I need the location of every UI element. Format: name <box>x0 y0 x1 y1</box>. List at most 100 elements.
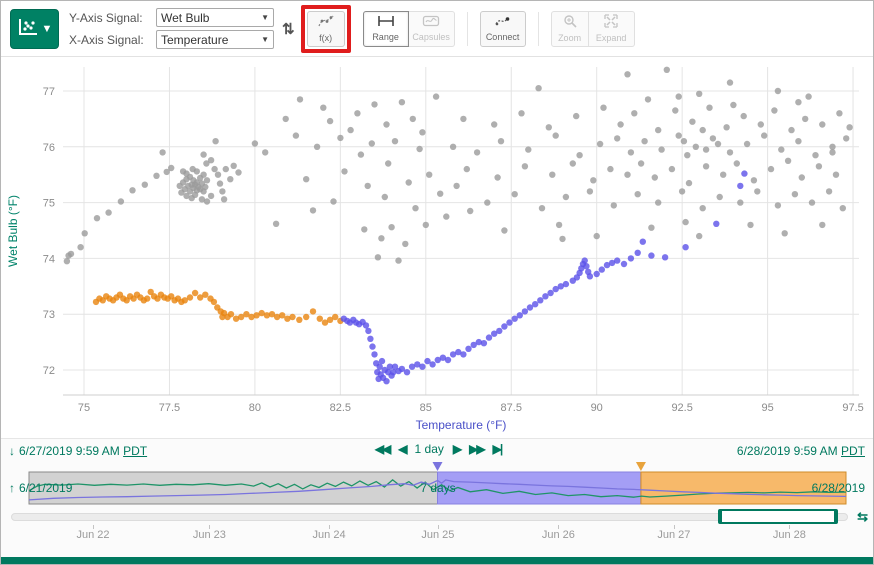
scatter-point-unselected-data <box>686 180 692 186</box>
scatter-point-unselected-data <box>669 166 675 172</box>
scatter-point-unselected-data <box>607 166 613 172</box>
display-range-start[interactable]: ↓6/27/2019 9:59 AM PDT <box>9 444 147 458</box>
x-tick-label: 85 <box>420 402 432 414</box>
step-fast-forward-button[interactable]: ▶▶ <box>469 442 483 456</box>
scatter-point-unselected-data <box>354 110 360 116</box>
scatter-point-blue-condition <box>445 357 451 363</box>
date-axis-label: Jun 24 <box>313 529 346 541</box>
scatter-point-unselected-data <box>734 160 740 166</box>
scatter-point-unselected-data <box>419 129 425 135</box>
x-tick-label: 75 <box>78 402 90 414</box>
scatter-point-unselected-data <box>723 124 729 130</box>
display-range-end[interactable]: 6/28/2019 9:59 AM PDT <box>737 444 865 458</box>
connect-button[interactable]: Connect <box>480 11 526 47</box>
capsules-icon <box>422 15 440 30</box>
scatter-point-blue-condition <box>379 358 385 364</box>
investigate-range-duration[interactable]: 7 days <box>420 481 455 495</box>
scrollbar-expand-icon[interactable]: ⇆ <box>857 509 868 525</box>
date-axis-label: Jun 26 <box>542 529 575 541</box>
step-to-end-button[interactable]: ▶| <box>493 442 502 456</box>
scatter-point-unselected-data <box>202 184 208 190</box>
timeline-scrollbar-selection[interactable] <box>718 509 838 524</box>
timezone-link[interactable]: PDT <box>841 444 865 458</box>
scatter-point-unselected-data <box>200 151 206 157</box>
x-tick-label: 80 <box>249 402 261 414</box>
scatter-point-unselected-data <box>617 121 623 127</box>
scatter-point-unselected-data <box>219 188 225 194</box>
x-axis-signal-select[interactable]: Temperature ▼ <box>156 30 274 49</box>
scatter-point-unselected-data <box>829 149 835 155</box>
scatter-point-unselected-data <box>805 93 811 99</box>
x-tick-label: 95 <box>761 402 773 414</box>
scatter-point-unselected-data <box>522 163 528 169</box>
fx-button[interactable]: f(x) <box>307 11 345 47</box>
scatter-point-unselected-data <box>829 144 835 150</box>
scatter-point-unselected-data <box>785 158 791 164</box>
scatter-point-blue-condition <box>713 221 719 227</box>
scatter-point-unselected-data <box>412 205 418 211</box>
scatter-point-unselected-data <box>392 138 398 144</box>
scatter-point-unselected-data <box>406 179 412 185</box>
capsules-button[interactable]: Capsules <box>409 11 455 47</box>
scatter-point-unselected-data <box>559 236 565 242</box>
scatter-point-blue-condition <box>582 257 588 263</box>
scatter-point-unselected-data <box>809 199 815 205</box>
scatter-point-unselected-data <box>775 202 781 208</box>
scatter-point-unselected-data <box>347 127 353 133</box>
scatter-plot-view-button[interactable]: ▼ <box>10 9 59 49</box>
scatter-point-unselected-data <box>388 224 394 230</box>
step-size-label[interactable]: 1 day <box>415 442 444 456</box>
scatter-point-orange-condition <box>187 294 193 300</box>
scatter-chart-area[interactable]: 7577.58082.58587.59092.59597.57273747576… <box>1 57 874 438</box>
scatter-point-unselected-data <box>710 135 716 141</box>
up-arrow-icon: ↑ <box>9 481 15 495</box>
step-backward-button[interactable]: ◀ <box>398 442 405 456</box>
scatter-point-unselected-data <box>556 222 562 228</box>
scatter-point-blue-condition <box>501 323 507 329</box>
chevron-down-icon: ▼ <box>42 23 53 35</box>
scatter-point-unselected-data <box>450 144 456 150</box>
expand-button[interactable]: Expand <box>589 11 635 47</box>
y-axis-signal-select[interactable]: Wet Bulb ▼ <box>156 8 274 27</box>
scatter-point-unselected-data <box>375 254 381 260</box>
scatter-point-unselected-data <box>754 188 760 194</box>
scatter-point-unselected-data <box>200 172 206 178</box>
scatter-point-unselected-data <box>635 191 641 197</box>
swap-axes-button[interactable]: ⇅ <box>280 18 297 40</box>
investigate-range-start[interactable]: ↑6/21/2019 <box>9 481 72 495</box>
timeline-date-axis: Jun 22Jun 23Jun 24Jun 25Jun 26Jun 27Jun … <box>1 525 874 543</box>
connect-icon <box>494 15 512 30</box>
range-button[interactable]: Range <box>363 11 409 47</box>
scatter-point-unselected-data <box>836 110 842 116</box>
scatter-point-unselected-data <box>231 163 237 169</box>
scatter-point-unselected-data <box>758 121 764 127</box>
scatter-chart[interactable]: 7577.58082.58587.59092.59597.57273747576… <box>1 57 874 438</box>
date-axis-label: Jun 22 <box>77 529 110 541</box>
range-button-label: Range <box>372 32 399 42</box>
scatter-point-unselected-data <box>747 222 753 228</box>
step-fast-backward-button[interactable]: ◀◀ <box>375 442 389 456</box>
bottom-accent-bar <box>1 557 873 564</box>
scatter-point-unselected-data <box>94 215 100 221</box>
scatter-point-unselected-data <box>320 105 326 111</box>
scatter-point-unselected-data <box>443 213 449 219</box>
scatter-point-unselected-data <box>494 174 500 180</box>
fx-highlight-box: f(x) <box>301 5 351 53</box>
scatter-point-unselected-data <box>423 222 429 228</box>
zoom-button[interactable]: Zoom <box>551 11 589 47</box>
scatter-point-unselected-data <box>190 166 196 172</box>
timezone-link[interactable]: PDT <box>123 444 147 458</box>
expand-icon <box>604 14 618 31</box>
date-axis-label: Jun 23 <box>193 529 226 541</box>
scatter-point-unselected-data <box>720 172 726 178</box>
step-forward-button[interactable]: ▶ <box>453 442 460 456</box>
investigate-range-end[interactable]: 6/28/2019 <box>812 481 865 495</box>
x-tick-label: 82.5 <box>330 402 351 414</box>
y-tick-label: 73 <box>43 309 55 321</box>
scatter-point-unselected-data <box>761 132 767 138</box>
scatter-point-blue-condition <box>496 328 502 334</box>
scatter-point-unselected-data <box>641 138 647 144</box>
scatter-point-blue-condition <box>522 308 528 314</box>
scatter-point-blue-condition <box>367 336 373 342</box>
y-tick-label: 76 <box>43 142 55 154</box>
